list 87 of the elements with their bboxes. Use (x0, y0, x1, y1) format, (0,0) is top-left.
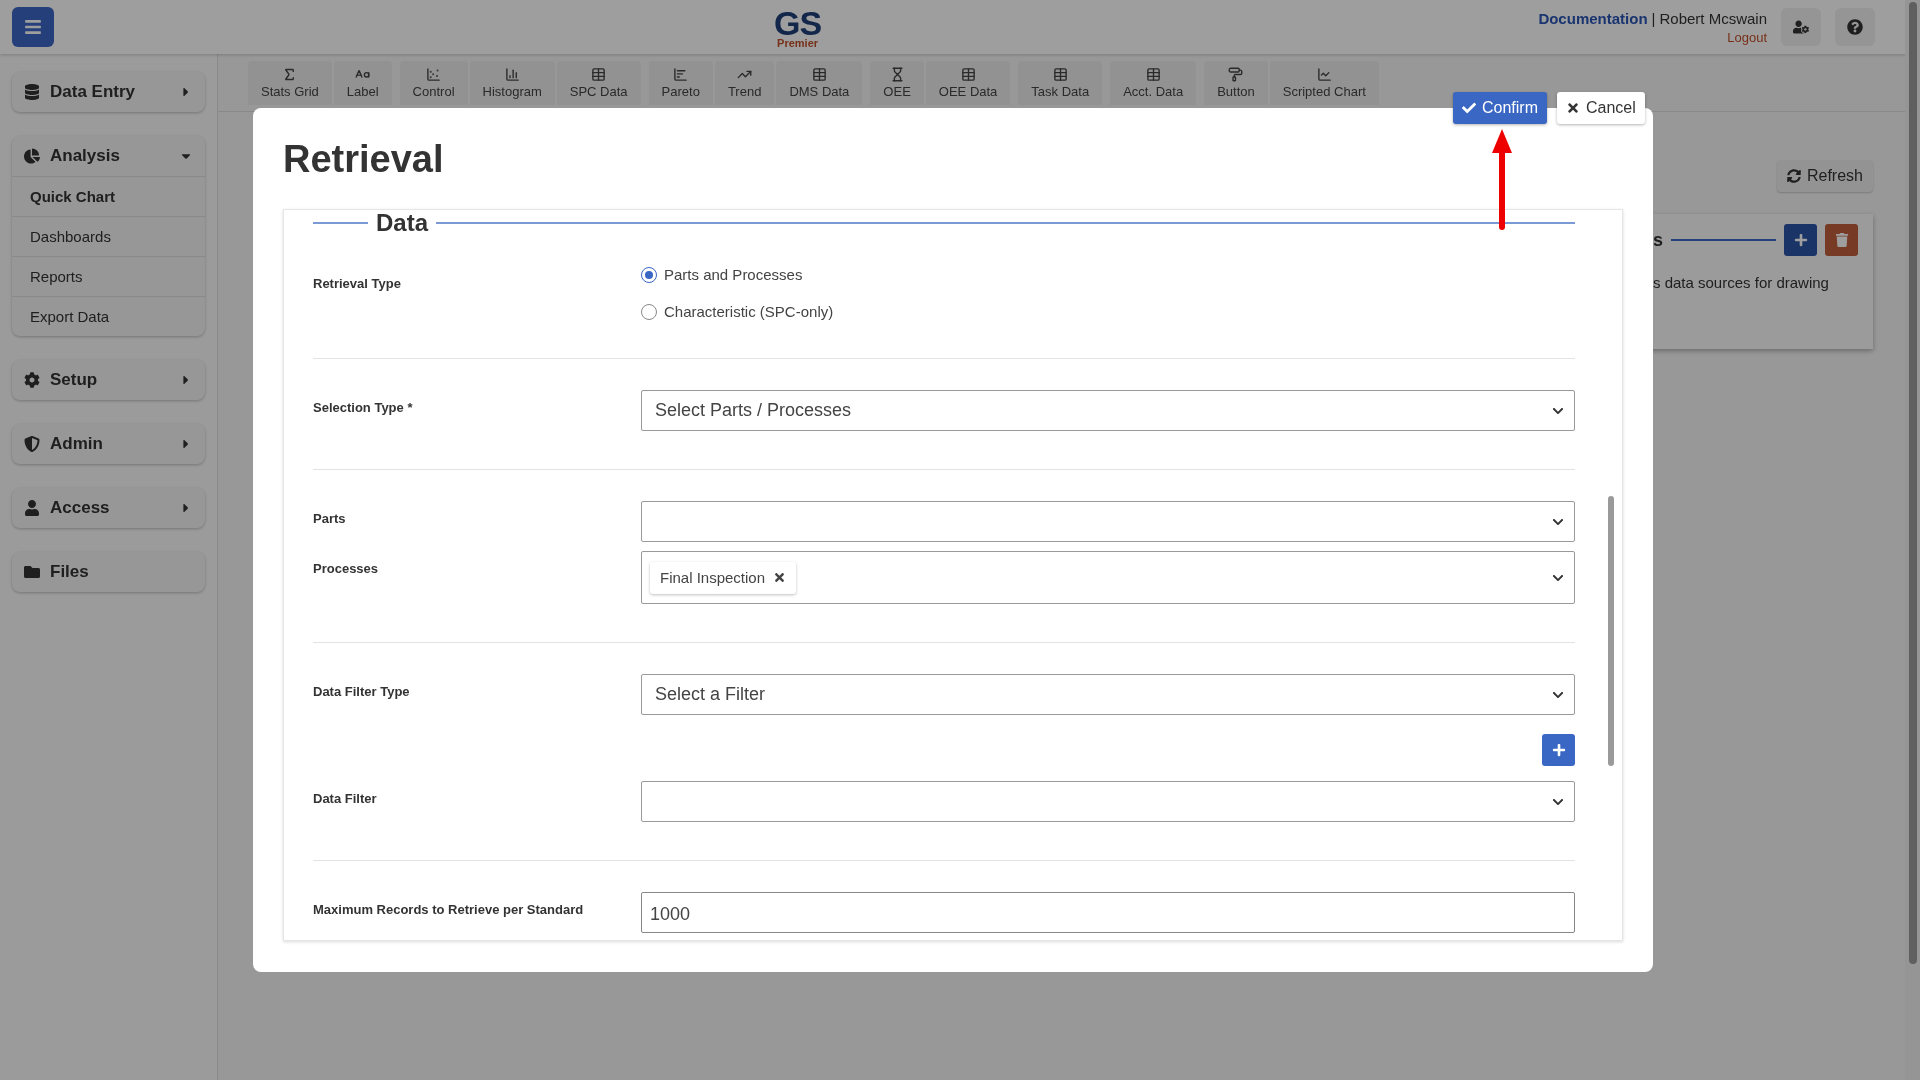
input-field[interactable]: 1000 (641, 892, 1575, 933)
toolbar-button[interactable]: OEE Data (925, 61, 1011, 105)
sidebar-item[interactable]: Reports (12, 256, 205, 296)
field-label: Parts (313, 510, 347, 526)
sorted-bar-chart-icon (673, 67, 689, 82)
radio-label: Characteristic (SPC-only) (664, 303, 834, 320)
multiselect-field[interactable] (641, 501, 1575, 542)
sidebar-section-header[interactable]: Access (12, 488, 205, 528)
toolbar-button[interactable]: Scripted Chart (1269, 61, 1379, 105)
table-icon (1145, 67, 1161, 82)
table-icon (960, 67, 976, 82)
sidebar-section-header[interactable]: Files (12, 552, 205, 592)
help-icon (1847, 19, 1863, 35)
user-settings-button[interactable] (1781, 8, 1821, 46)
user-name: Robert Mcswain (1659, 9, 1767, 27)
logout-link[interactable]: Logout (1727, 29, 1767, 45)
card-text: s data sources for drawing (1653, 274, 1830, 291)
sidebar-section-header[interactable]: Data Entry (12, 72, 205, 112)
close-icon (1566, 101, 1580, 115)
field-label: Data Filter Type (313, 683, 411, 699)
field-label: Maximum Records to Retrieve per Standard (313, 901, 585, 917)
logo-subtitle: Premier (777, 37, 819, 49)
selected-tag[interactable]: Final Inspection (650, 561, 797, 594)
toolbar-button[interactable]: Histogram (469, 61, 555, 105)
section-title: Data (376, 210, 429, 237)
user-icon (24, 500, 40, 516)
pie-chart-icon (24, 148, 40, 164)
field-label: Retrieval Type (313, 275, 402, 291)
add-button[interactable] (1784, 224, 1817, 256)
plus-icon (1551, 743, 1566, 757)
database-icon (24, 84, 40, 100)
sidebar-item[interactable]: Export Data (12, 296, 205, 336)
menu-button[interactable] (12, 7, 54, 47)
shield-icon (24, 436, 40, 452)
select-field[interactable]: Select a Filter (641, 674, 1575, 715)
bar-chart-icon (504, 67, 520, 82)
sidebar-section-header[interactable]: Analysis (12, 136, 205, 176)
delete-button[interactable] (1825, 224, 1858, 256)
radio-option[interactable]: Characteristic (SPC-only) (641, 303, 1575, 320)
table-icon (1052, 67, 1068, 82)
refresh-button[interactable]: Refresh (1776, 160, 1873, 192)
toolbar-button[interactable]: Trend (714, 61, 775, 105)
toolbar-button[interactable]: Acct. Data (1110, 61, 1197, 105)
toolbar-button[interactable]: DMS Data (776, 61, 863, 105)
dialog-title: Retrieval (283, 138, 445, 181)
table-icon (591, 67, 607, 82)
help-button[interactable] (1835, 8, 1875, 46)
plus-icon (1793, 233, 1808, 247)
line-chart-icon (1316, 67, 1332, 82)
radio-label: Parts and Processes (664, 266, 803, 283)
toolbar-button[interactable]: SPC Data (556, 61, 641, 105)
select-field[interactable]: Select Parts / Processes (641, 390, 1575, 431)
radio-option[interactable]: Parts and Processes (641, 266, 1575, 283)
field-label: Selection Type * (313, 399, 414, 415)
cancel-button[interactable]: Cancel (1557, 92, 1645, 124)
gear-icon (24, 372, 40, 388)
separator: | (1651, 9, 1656, 27)
user-gear-icon (1793, 19, 1809, 35)
sidebar-section-header[interactable]: Admin (12, 424, 205, 464)
add-button[interactable] (1542, 734, 1575, 766)
field-label: Processes (313, 560, 380, 576)
scatter-chart-icon (426, 67, 442, 82)
sidebar-section-header[interactable]: Setup (12, 360, 205, 400)
card-heading: s (1653, 229, 1663, 251)
menu-icon (24, 18, 42, 36)
documentation-link[interactable]: Documentation (1538, 9, 1648, 27)
toolbar-button[interactable]: Pareto (648, 61, 713, 105)
sidebar-item[interactable]: Quick Chart (12, 176, 205, 216)
confirm-button[interactable]: Confirm (1453, 92, 1547, 124)
toolbar-button[interactable]: Control (399, 61, 468, 105)
trash-icon (1834, 233, 1849, 247)
paint-roller-icon (1228, 67, 1244, 82)
refresh-icon (1786, 169, 1801, 183)
close-icon[interactable] (773, 571, 787, 584)
toolbar-button[interactable]: Stats Grid (248, 61, 332, 105)
field-label: Data Filter (313, 790, 378, 806)
folder-icon (24, 564, 40, 580)
toolbar-button[interactable]: Button (1204, 61, 1268, 105)
multiselect-field[interactable]: Final Inspection (641, 551, 1575, 604)
toolbar-button[interactable]: OEE (870, 61, 924, 105)
toolbar-button[interactable]: Task Data (1018, 61, 1103, 105)
multiselect-field[interactable] (641, 781, 1575, 822)
sidebar-item[interactable]: Dashboards (12, 216, 205, 256)
check-icon (1462, 101, 1476, 115)
table-icon (811, 67, 827, 82)
toolbar-button[interactable]: Label (333, 61, 392, 105)
logo-text: GS (774, 5, 822, 40)
